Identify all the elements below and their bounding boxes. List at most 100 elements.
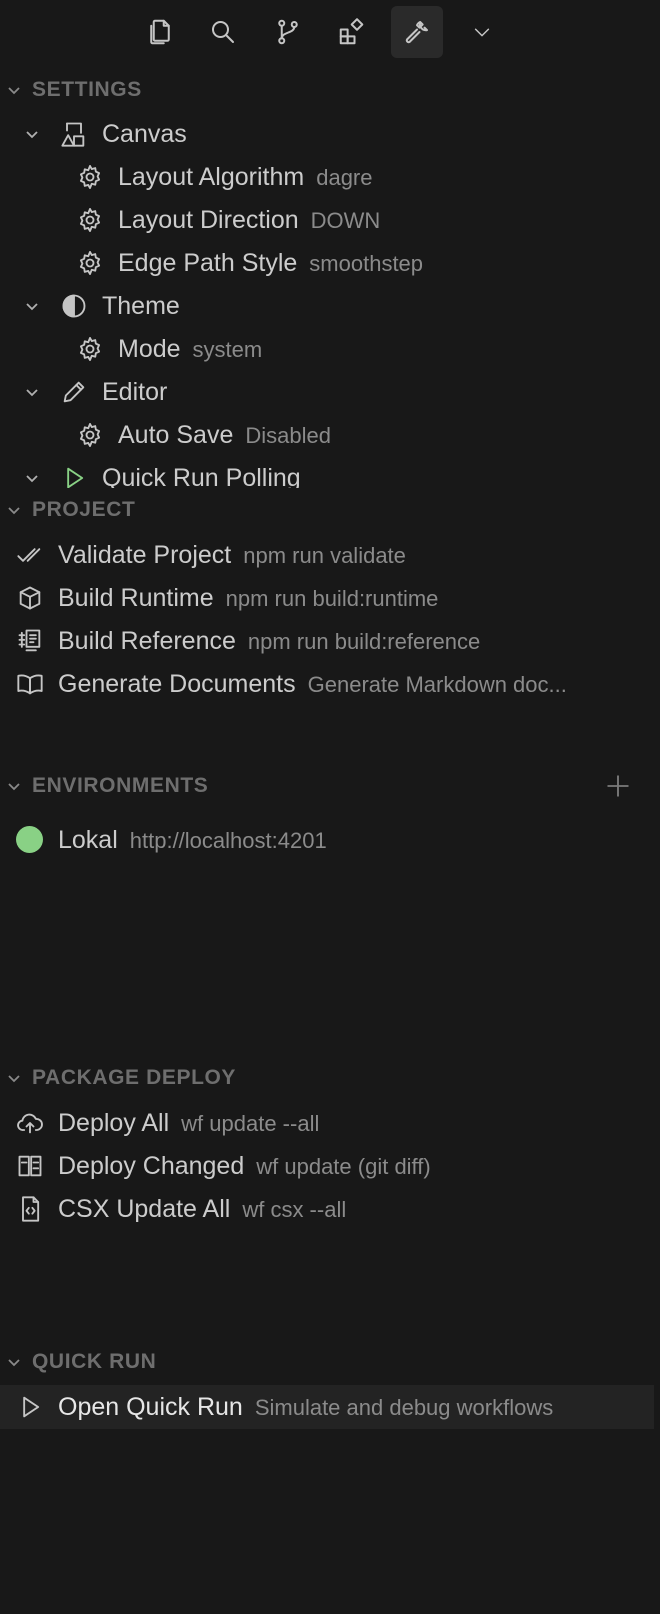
- deploy-changed[interactable]: Deploy Changed wf update (git diff): [0, 1144, 660, 1188]
- chevron-down-icon: [26, 131, 38, 139]
- extensions-icon: [339, 18, 364, 45]
- environment-url: http://localhost:4201: [129, 827, 327, 853]
- setting-label: Mode: [118, 334, 181, 363]
- open-quick-run[interactable]: Open Quick Run Simulate and debug workflo…: [0, 1385, 654, 1429]
- gear-icon: [76, 163, 104, 191]
- package-deploy-section-header[interactable]: PACKAGE DEPLOY: [0, 1058, 660, 1098]
- settings-section-header[interactable]: SETTINGS: [0, 70, 660, 110]
- search-button[interactable]: [197, 6, 249, 58]
- setting-label: Edge Path Style: [118, 248, 298, 277]
- group-label: Editor: [102, 377, 168, 406]
- setting-layout-direction[interactable]: Layout Direction DOWN: [0, 198, 660, 242]
- gear-icon: [76, 249, 104, 277]
- setting-value: system: [192, 336, 263, 362]
- more-views-button[interactable]: [456, 6, 508, 58]
- files-icon: [150, 19, 170, 45]
- references-icon: [16, 627, 44, 655]
- settings-group-theme[interactable]: Theme: [0, 284, 660, 328]
- setting-auto-save[interactable]: Auto Save Disabled: [0, 413, 660, 457]
- chevron-down-icon: [26, 389, 38, 397]
- action-desc: Simulate and debug workflows: [254, 1394, 554, 1420]
- setting-edge-path-style[interactable]: Edge Path Style smoothstep: [0, 241, 660, 285]
- settings-group-quick-run-polling[interactable]: Quick Run Polling: [0, 456, 660, 488]
- chevron-down-icon: [26, 303, 38, 311]
- group-label: Canvas: [102, 119, 187, 148]
- play-icon: [60, 464, 88, 488]
- status-dot: [16, 826, 43, 853]
- gear-icon: [76, 421, 104, 449]
- explorer-button[interactable]: [134, 6, 186, 58]
- gear-icon: [76, 335, 104, 363]
- wrench-icon: [405, 21, 428, 44]
- setting-layout-algorithm[interactable]: Layout Algorithm dagre: [0, 155, 660, 199]
- section-title: PACKAGE DEPLOY: [32, 1066, 237, 1089]
- setting-label: Auto Save: [118, 420, 234, 449]
- setting-value: smoothstep: [309, 250, 424, 276]
- environment-item[interactable]: Lokal http://localhost:4201: [0, 818, 660, 862]
- project-build-reference[interactable]: Build Reference npm run build:reference: [0, 619, 660, 663]
- cloud-upload-icon: [16, 1109, 44, 1137]
- environments-section-header[interactable]: ENVIRONMENTS: [0, 766, 660, 806]
- pencil-icon: [60, 378, 88, 406]
- add-environment-button[interactable]: [604, 772, 632, 800]
- setting-value: Disabled: [245, 422, 331, 448]
- csx-update-all[interactable]: CSX Update All wf csx --all: [0, 1187, 660, 1231]
- view-toolbar: [0, 0, 660, 66]
- section-title: SETTINGS: [32, 78, 142, 101]
- package-icon: [16, 584, 44, 612]
- group-label: Theme: [102, 291, 180, 320]
- action-label: Deploy Changed: [58, 1151, 245, 1180]
- source-control-icon: [278, 19, 298, 45]
- section-title: ENVIRONMENTS: [32, 774, 209, 797]
- play-icon: [16, 1393, 44, 1421]
- project-validate[interactable]: Validate Project npm run validate: [0, 533, 660, 577]
- chevron-down-icon: [26, 475, 38, 483]
- setting-mode[interactable]: Mode system: [0, 327, 660, 371]
- action-label: Build Runtime: [58, 583, 214, 612]
- section-title: QUICK RUN: [32, 1350, 157, 1373]
- chevron-down-icon: [8, 1075, 20, 1083]
- setting-value: dagre: [316, 164, 373, 190]
- plus-icon: [607, 775, 629, 797]
- setting-label: Layout Direction: [118, 205, 299, 234]
- book-icon: [16, 670, 44, 698]
- chevron-down-icon: [8, 783, 20, 791]
- action-desc: Generate Markdown doc...: [307, 671, 567, 697]
- section-title: PROJECT: [32, 498, 136, 521]
- environment-label: Lokal: [58, 825, 118, 854]
- project-generate-documents[interactable]: Generate Documents Generate Markdown doc.…: [0, 662, 660, 706]
- search-icon: [212, 21, 234, 43]
- shapes-icon: [60, 120, 88, 148]
- source-control-button[interactable]: [262, 6, 314, 58]
- tools-button[interactable]: [391, 6, 443, 58]
- action-label: CSX Update All: [58, 1194, 231, 1223]
- action-label: Open Quick Run: [58, 1392, 243, 1421]
- action-desc: npm run build:reference: [247, 628, 481, 654]
- action-desc: npm run validate: [243, 542, 406, 568]
- action-label: Build Reference: [58, 626, 236, 655]
- action-label: Generate Documents: [58, 669, 296, 698]
- action-label: Deploy All: [58, 1108, 170, 1137]
- action-desc: wf csx --all: [242, 1196, 347, 1222]
- gear-icon: [76, 206, 104, 234]
- setting-value: DOWN: [310, 207, 381, 233]
- diff-icon: [16, 1152, 44, 1180]
- extensions-button[interactable]: [326, 6, 378, 58]
- contrast-icon: [60, 292, 88, 320]
- chevron-down-icon: [8, 1359, 20, 1367]
- chevron-down-icon: [8, 507, 20, 515]
- chevron-down-icon: [8, 87, 20, 95]
- check-all-icon: [16, 541, 44, 569]
- chevron-down-icon: [474, 28, 490, 37]
- project-section-header[interactable]: PROJECT: [0, 490, 660, 530]
- action-label: Validate Project: [58, 540, 232, 569]
- deploy-all[interactable]: Deploy All wf update --all: [0, 1101, 660, 1145]
- action-desc: wf update (git diff): [256, 1153, 431, 1179]
- project-build-runtime[interactable]: Build Runtime npm run build:runtime: [0, 576, 660, 620]
- quick-run-section-header[interactable]: QUICK RUN: [0, 1342, 660, 1382]
- settings-group-editor[interactable]: Editor: [0, 370, 660, 414]
- settings-group-canvas[interactable]: Canvas: [0, 112, 660, 156]
- action-desc: npm run build:runtime: [225, 585, 439, 611]
- settings-tree: Canvas Layout Algorithm dagre Layout Dire…: [0, 108, 660, 488]
- setting-label: Layout Algorithm: [118, 162, 305, 191]
